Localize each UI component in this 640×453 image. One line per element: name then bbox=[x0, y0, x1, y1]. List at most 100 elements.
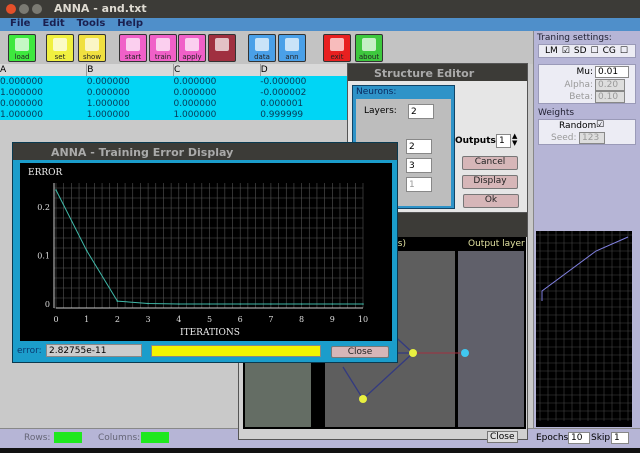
menu-help[interactable]: Help bbox=[117, 18, 143, 31]
close-window-button[interactable] bbox=[6, 4, 16, 14]
toolbar-label: ann bbox=[285, 53, 299, 61]
toolbar-show-button[interactable]: show bbox=[78, 34, 106, 62]
menu-file[interactable]: File bbox=[10, 18, 30, 31]
table-cell[interactable]: 1.000000 bbox=[0, 109, 87, 120]
outputs-input[interactable] bbox=[496, 134, 511, 148]
table-cell[interactable]: 1.000000 bbox=[0, 87, 87, 98]
table-row[interactable]: 1.000000 1.000000 1.000000 0.999999 bbox=[0, 109, 348, 120]
layers-input[interactable] bbox=[408, 104, 434, 119]
output-node bbox=[461, 349, 469, 357]
mu-input[interactable] bbox=[595, 66, 629, 78]
toolbar-label: apply bbox=[182, 53, 202, 61]
table-cell[interactable]: 1.000000 bbox=[86, 109, 174, 120]
outputs-spinner[interactable]: ▲ ▼ bbox=[512, 133, 517, 147]
menu-edit[interactable]: Edit bbox=[42, 18, 64, 31]
x-axis-label: ITERATIONS bbox=[180, 328, 240, 338]
error-label: error: bbox=[17, 346, 42, 356]
error-close-button[interactable]: Close bbox=[331, 346, 389, 358]
col-d[interactable]: D bbox=[260, 64, 349, 76]
lm-checkbox[interactable]: ☑ bbox=[562, 46, 570, 56]
table-cell[interactable]: 0.000000 bbox=[173, 87, 261, 98]
data-point bbox=[331, 303, 334, 305]
hidden-neuron bbox=[359, 395, 367, 403]
sd-checkbox[interactable]: ☐ bbox=[591, 46, 599, 56]
y-tick-label: 0 bbox=[45, 300, 50, 309]
data-point bbox=[239, 303, 241, 305]
rows-label: Rows: bbox=[24, 433, 51, 443]
toolbar-load-button[interactable]: load bbox=[8, 34, 36, 62]
data-table[interactable]: ABCD 0.000000 0.000000 0.000000 -0.000000 1.… bbox=[0, 64, 349, 120]
data-point bbox=[147, 302, 149, 305]
toolbar-apply-button[interactable]: apply bbox=[178, 34, 206, 62]
x-tick-label: 8 bbox=[299, 315, 304, 324]
toolbar-train-button[interactable]: train bbox=[149, 34, 177, 62]
table-cell[interactable]: 1.000000 bbox=[173, 109, 261, 120]
rows-value bbox=[54, 432, 82, 443]
epochs-input[interactable] bbox=[568, 432, 590, 444]
x-tick-label: 4 bbox=[176, 315, 181, 324]
floppy-icon bbox=[255, 38, 269, 51]
outputs-label: Outputs: bbox=[455, 136, 500, 146]
toolbar-data-button[interactable]: data bbox=[248, 34, 276, 62]
table-cell[interactable]: 0.000001 bbox=[260, 98, 348, 109]
table-cell[interactable]: -0.000002 bbox=[260, 87, 348, 98]
table-cell[interactable]: 0.000000 bbox=[173, 76, 261, 87]
error-chart: 0 1 2 3 4 5 6 7 8 9 10 0 0.1 0.2 ERROR ITERATIONS bbox=[20, 163, 392, 341]
sd-label: SD bbox=[573, 46, 587, 56]
network-icon bbox=[85, 38, 99, 51]
toolbar-label: about bbox=[358, 53, 380, 61]
toolbar-about-button[interactable]: about bbox=[355, 34, 383, 62]
data-point bbox=[300, 303, 303, 305]
beta-label: Beta: bbox=[569, 92, 593, 102]
error-value bbox=[46, 344, 142, 357]
network-close-button[interactable]: Close bbox=[487, 431, 518, 443]
x-tick-label: 2 bbox=[115, 315, 120, 324]
cancel-button[interactable]: Cancel bbox=[462, 156, 518, 170]
table-row[interactable]: 0.000000 1.000000 0.000000 0.000001 bbox=[0, 98, 348, 109]
cg-checkbox[interactable]: ☐ bbox=[620, 46, 628, 56]
table-cell[interactable]: 0.000000 bbox=[0, 76, 87, 87]
toolbar-ann-button[interactable]: ann bbox=[278, 34, 306, 62]
toolbar-label: set bbox=[54, 53, 66, 61]
x-tick-label: 5 bbox=[207, 315, 212, 324]
table-cell[interactable]: 0.000000 bbox=[173, 98, 261, 109]
toolbar-set-button[interactable]: set bbox=[46, 34, 74, 62]
toolbar-start-button[interactable]: start bbox=[119, 34, 147, 62]
floppy-icon bbox=[285, 38, 299, 51]
col-a[interactable]: A bbox=[0, 64, 88, 76]
layer1-input[interactable] bbox=[406, 139, 432, 154]
table-row[interactable]: 1.000000 0.000000 0.000000 -0.000002 bbox=[0, 87, 348, 98]
x-tick-label: 3 bbox=[146, 315, 151, 324]
info-icon bbox=[362, 38, 376, 51]
layer3-input[interactable] bbox=[406, 177, 432, 192]
mu-label: Mu: bbox=[576, 67, 593, 77]
col-b[interactable]: B bbox=[86, 64, 174, 76]
toolbar-stop-button[interactable] bbox=[208, 34, 236, 62]
menu-tools[interactable]: Tools bbox=[77, 18, 106, 31]
table-cell[interactable]: 0.999999 bbox=[260, 109, 348, 120]
seed-input[interactable] bbox=[579, 132, 605, 144]
table-cell[interactable]: 1.000000 bbox=[86, 98, 174, 109]
toolbar-exit-button[interactable]: exit bbox=[323, 34, 351, 62]
beta-input[interactable] bbox=[595, 91, 625, 103]
maximize-button[interactable] bbox=[32, 4, 42, 14]
table-cell[interactable]: 0.000000 bbox=[0, 98, 87, 109]
skip-input[interactable] bbox=[611, 432, 629, 444]
random-checkbox[interactable]: ☑ bbox=[596, 120, 604, 130]
table-cell[interactable]: -0.000000 bbox=[260, 76, 348, 87]
close-icon bbox=[330, 38, 344, 51]
display-button[interactable]: Display bbox=[462, 175, 518, 189]
ok-button[interactable]: Ok bbox=[463, 194, 519, 208]
minimize-button[interactable] bbox=[19, 4, 29, 14]
toolbar: load set show start train apply data ann exit abo… bbox=[0, 31, 533, 64]
table-cell[interactable]: 0.000000 bbox=[86, 87, 174, 98]
neurons-label: Neurons: bbox=[356, 87, 397, 97]
alpha-input[interactable] bbox=[595, 79, 625, 91]
table-row[interactable]: 0.000000 0.000000 0.000000 -0.000000 bbox=[0, 76, 348, 87]
layer2-input[interactable] bbox=[406, 158, 432, 173]
col-c[interactable]: C bbox=[173, 64, 261, 76]
table-cell[interactable]: 0.000000 bbox=[86, 76, 174, 87]
structure-editor-title: Structure Editor bbox=[348, 64, 527, 81]
data-point bbox=[55, 189, 57, 191]
lm-label: LM bbox=[545, 46, 558, 56]
